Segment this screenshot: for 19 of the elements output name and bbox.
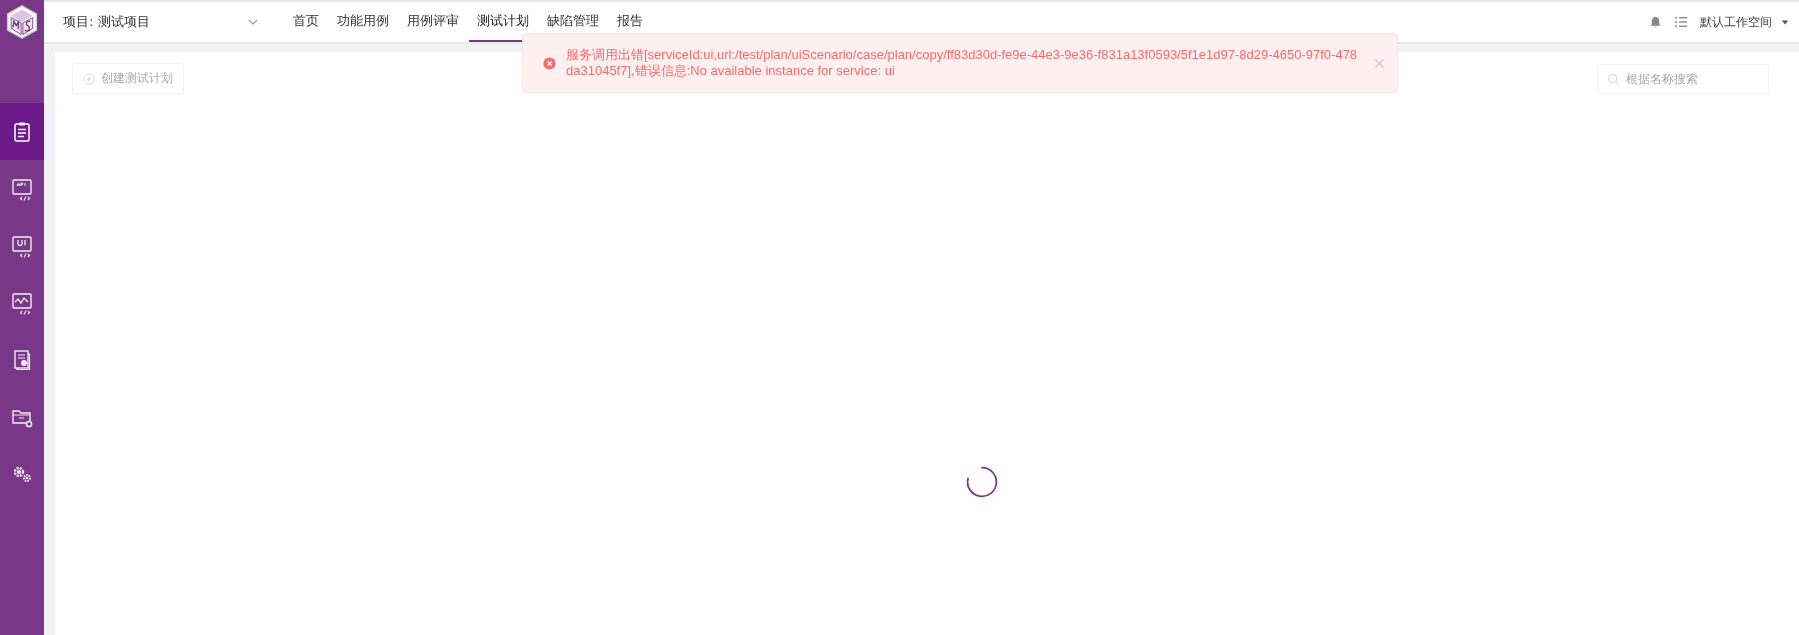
search-field[interactable]: 根据名称搜索 bbox=[1597, 63, 1769, 94]
nav-tab[interactable]: 功能用例 bbox=[329, 2, 397, 42]
task-list-icon[interactable] bbox=[1674, 15, 1688, 29]
error-icon bbox=[543, 56, 556, 70]
workspace-selector[interactable]: 默认工作空间 bbox=[1700, 13, 1789, 31]
project-name: 项目: 测试项目 bbox=[63, 13, 150, 31]
project-selector[interactable]: 项目: 测试项目 bbox=[63, 13, 259, 31]
ui-code-icon bbox=[10, 233, 34, 258]
search-icon bbox=[1607, 72, 1620, 86]
nav-tab[interactable]: 首页 bbox=[285, 2, 327, 42]
caret-icon bbox=[1781, 18, 1789, 26]
nav-tab[interactable]: 用例评审 bbox=[399, 2, 467, 42]
error-message: 服务调用出错[serviceId:ui,url:/test/plan/uiScenario/case/plan/copy/ff83d30d-fe9e-44e3-9e36-f831a13f0593/5f1e1d97-8d29-4650-97f0-478da31045f7],错误信息:No available instance for service: ui bbox=[566, 47, 1359, 79]
chart-code-icon bbox=[10, 290, 34, 315]
bell-icon[interactable] bbox=[1649, 15, 1662, 29]
sidebar-item[interactable] bbox=[0, 103, 44, 160]
plus-circle-icon bbox=[83, 72, 95, 85]
workspace-name: 默认工作空间 bbox=[1700, 13, 1772, 31]
api-code-icon bbox=[10, 176, 34, 201]
